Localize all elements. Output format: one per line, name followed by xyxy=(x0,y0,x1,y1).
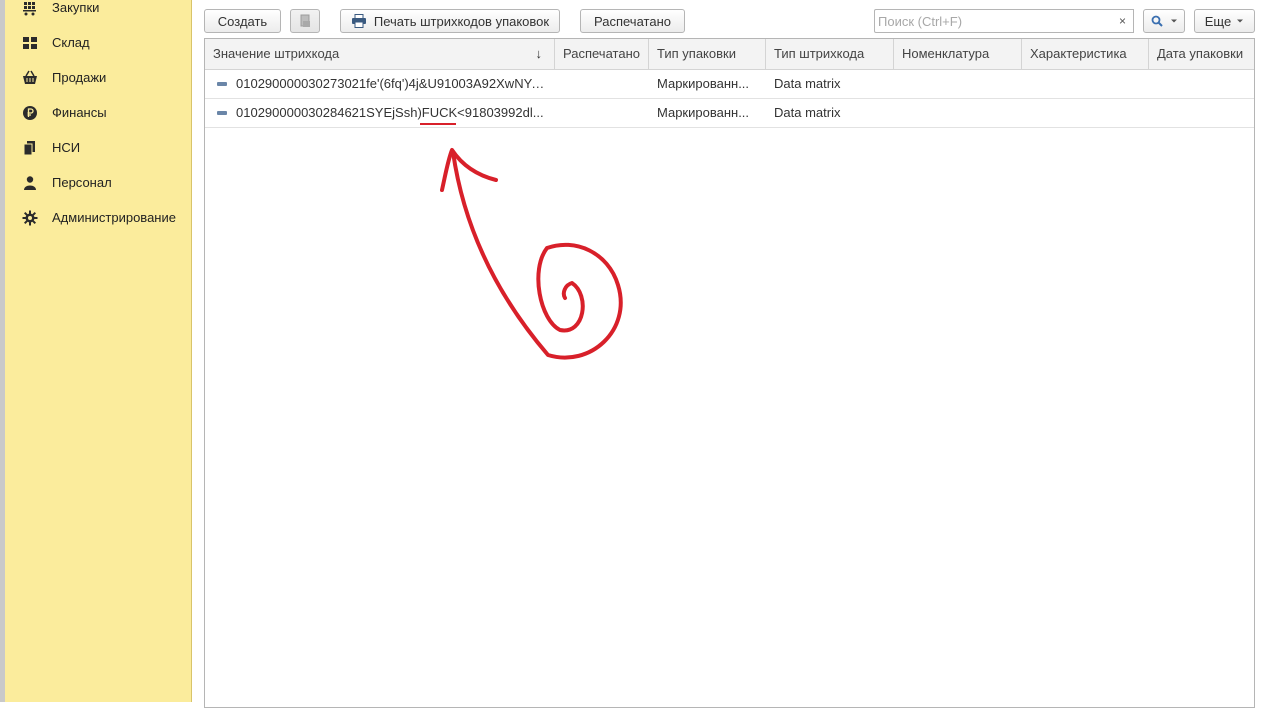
search-box xyxy=(874,9,1114,33)
sidebar-item-administration[interactable]: Администрирование xyxy=(5,205,191,231)
row-state-icon xyxy=(217,111,227,115)
books-icon xyxy=(23,141,35,156)
barcode-highlight: FUCK xyxy=(421,105,458,120)
sidebar-item-warehouse[interactable]: Склад xyxy=(5,30,191,56)
column-header-package-type[interactable]: Тип упаковки xyxy=(649,39,766,69)
cell-characteristic xyxy=(1030,99,1145,127)
sidebar: Закупки Склад Продажи Финансы НСИ Персон… xyxy=(5,0,192,702)
barcode-prefix: 010290000030284621SYEjSsh) xyxy=(236,105,422,120)
cell-nomenclature xyxy=(902,70,1020,98)
search-icon xyxy=(1151,15,1163,27)
sort-arrow-icon: ↓ xyxy=(535,46,543,61)
sidebar-item-label: Продажи xyxy=(52,70,107,85)
sidebar-item-finance[interactable]: Финансы xyxy=(5,100,191,126)
sidebar-item-sales[interactable]: Продажи xyxy=(5,65,191,91)
cell-printed xyxy=(563,70,649,98)
sidebar-item-label: Персонал xyxy=(52,175,112,190)
sidebar-item-nsi[interactable]: НСИ xyxy=(5,135,191,161)
search-button[interactable] xyxy=(1143,9,1185,33)
basket-icon xyxy=(23,70,37,84)
barcode-suffix: <91803992dl... xyxy=(457,105,544,120)
column-header-barcode[interactable]: Значение штрихкода ↓ xyxy=(205,39,555,69)
sidebar-item-label: Финансы xyxy=(52,105,107,120)
sidebar-item-label: Закупки xyxy=(52,0,100,15)
cell-barcode: 010290000030273021fe'(6fq')4j&U91003A92X… xyxy=(236,76,546,91)
cell-barcode: 010290000030284621SYEjSsh)FUCK<91803992d… xyxy=(236,99,546,127)
person-icon xyxy=(24,176,36,190)
printed-button[interactable]: Распечатано xyxy=(580,9,685,33)
table-row[interactable]: 010290000030273021fe'(6fq')4j&U91003A92X… xyxy=(205,70,1254,99)
ruble-icon xyxy=(23,106,37,120)
sidebar-item-label: Склад xyxy=(52,35,90,50)
cell-characteristic xyxy=(1030,70,1145,98)
cell-pack-date xyxy=(1157,99,1252,127)
sidebar-item-label: Администрирование xyxy=(52,210,176,225)
column-header-characteristic[interactable]: Характеристика xyxy=(1022,39,1149,69)
cell-barcode-type: Data matrix xyxy=(774,105,841,120)
table-row[interactable]: 010290000030284621SYEjSsh)FUCK<91803992d… xyxy=(205,99,1254,128)
sidebar-item-purchases[interactable]: Закупки xyxy=(5,0,191,21)
cell-nomenclature xyxy=(902,99,1020,127)
main-panel: Создать Печать штрихкодов упаковок Распе… xyxy=(192,0,1276,708)
printer-icon xyxy=(351,14,366,28)
create-button[interactable]: Создать xyxy=(204,9,281,33)
document-icon xyxy=(300,14,310,27)
table-header: Значение штрихкода ↓ Распечатано Тип упа… xyxy=(205,39,1254,70)
cell-barcode-type: Data matrix xyxy=(774,76,841,91)
cart-icon xyxy=(23,2,36,16)
print-barcodes-label: Печать штрихкодов упаковок xyxy=(373,13,550,29)
sidebar-item-label: НСИ xyxy=(52,140,81,155)
column-header-printed[interactable]: Распечатано xyxy=(555,39,649,69)
gear-icon xyxy=(22,210,38,226)
search-clear-button[interactable]: × xyxy=(1112,9,1134,33)
sidebar-item-personnel[interactable]: Персонал xyxy=(5,170,191,196)
more-label: Еще xyxy=(1204,13,1232,29)
cell-package-type: Маркированн... xyxy=(657,105,750,120)
cell-package-type: Маркированн... xyxy=(657,76,750,91)
row-state-icon xyxy=(217,82,227,86)
barcodes-table: Значение штрихкода ↓ Распечатано Тип упа… xyxy=(204,38,1255,708)
print-barcodes-button[interactable]: Печать штрихкодов упаковок xyxy=(340,9,560,33)
cell-pack-date xyxy=(1157,70,1252,98)
more-button[interactable]: Еще xyxy=(1194,9,1255,33)
search-input[interactable] xyxy=(878,12,1108,30)
annotation-underline xyxy=(420,123,456,125)
column-header-barcode-type[interactable]: Тип штрихкода xyxy=(766,39,894,69)
document-button[interactable] xyxy=(290,9,320,33)
cell-printed xyxy=(563,99,649,127)
column-header-nomenclature[interactable]: Номенклатура xyxy=(894,39,1022,69)
chevron-down-icon xyxy=(1237,19,1244,23)
chevron-down-icon xyxy=(1170,19,1177,23)
column-header-pack-date[interactable]: Дата упаковки xyxy=(1149,39,1254,69)
warehouse-icon xyxy=(23,37,37,49)
